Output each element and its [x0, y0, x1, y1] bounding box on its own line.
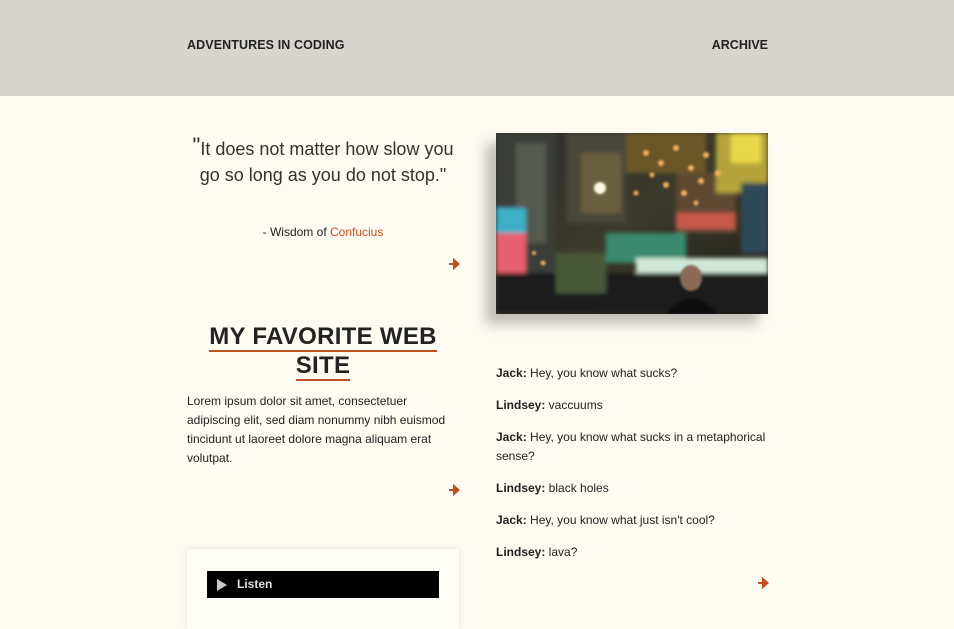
audio-player-card: Listen: [187, 549, 459, 629]
listen-label: Listen: [237, 577, 273, 591]
arrow-right-icon[interactable]: [757, 577, 769, 589]
chat-text: Hey, you know what just isn't cool?: [526, 513, 715, 527]
chat-log: Jack: Hey, you know what sucks? Lindsey:…: [496, 364, 771, 575]
site-header: ADVENTURES IN CODING ARCHIVE: [0, 0, 954, 96]
nav-archive-link[interactable]: ARCHIVE: [712, 38, 768, 52]
chat-text: vaccuums: [545, 398, 603, 412]
chat-text: Hey, you know what sucks?: [526, 366, 678, 380]
chat-speaker: Lindsey:: [496, 545, 546, 559]
chat-line: Jack: Hey, you know what just isn't cool…: [496, 511, 771, 530]
section-body: Lorem ipsum dolor sit amet, consectetuer…: [187, 394, 446, 465]
chat-text: lava?: [545, 545, 578, 559]
chat-line: Lindsey: lava?: [496, 543, 771, 562]
quote-attribution: - Wisdom of Confucius: [187, 225, 459, 239]
chat-speaker: Jack:: [496, 366, 527, 380]
arrow-right-icon[interactable]: [448, 258, 460, 270]
chat-line: Lindsey: vaccuums: [496, 396, 771, 415]
city-night-photo: [496, 133, 768, 314]
section-title: MY FAVORITE WEB SITE: [187, 322, 459, 381]
chat-speaker: Jack:: [496, 513, 527, 527]
section-title-text: MY FAVORITE WEB SITE: [209, 323, 437, 381]
arrow-right-icon[interactable]: [448, 484, 460, 496]
chat-speaker: Jack:: [496, 430, 527, 444]
chat-line: Lindsey: black holes: [496, 479, 771, 498]
chat-text: Hey, you know what sucks in a metaphoric…: [496, 430, 766, 463]
play-icon: [217, 579, 227, 591]
attribution-link[interactable]: Confucius: [330, 225, 383, 239]
listen-button[interactable]: Listen: [207, 571, 439, 598]
quote-text: It does not matter how slow you go so lo…: [199, 139, 454, 185]
chat-line: Jack: Hey, you know what sucks in a meta…: [496, 428, 771, 466]
chat-speaker: Lindsey:: [496, 398, 546, 412]
attribution-prefix: - Wisdom of: [262, 225, 330, 239]
chat-line: Jack: Hey, you know what sucks?: [496, 364, 771, 383]
site-title-link[interactable]: ADVENTURES IN CODING: [187, 38, 345, 52]
chat-text: black holes: [545, 481, 609, 495]
quote-block: "It does not matter how slow you go so l…: [187, 133, 459, 188]
chat-speaker: Lindsey:: [496, 481, 546, 495]
